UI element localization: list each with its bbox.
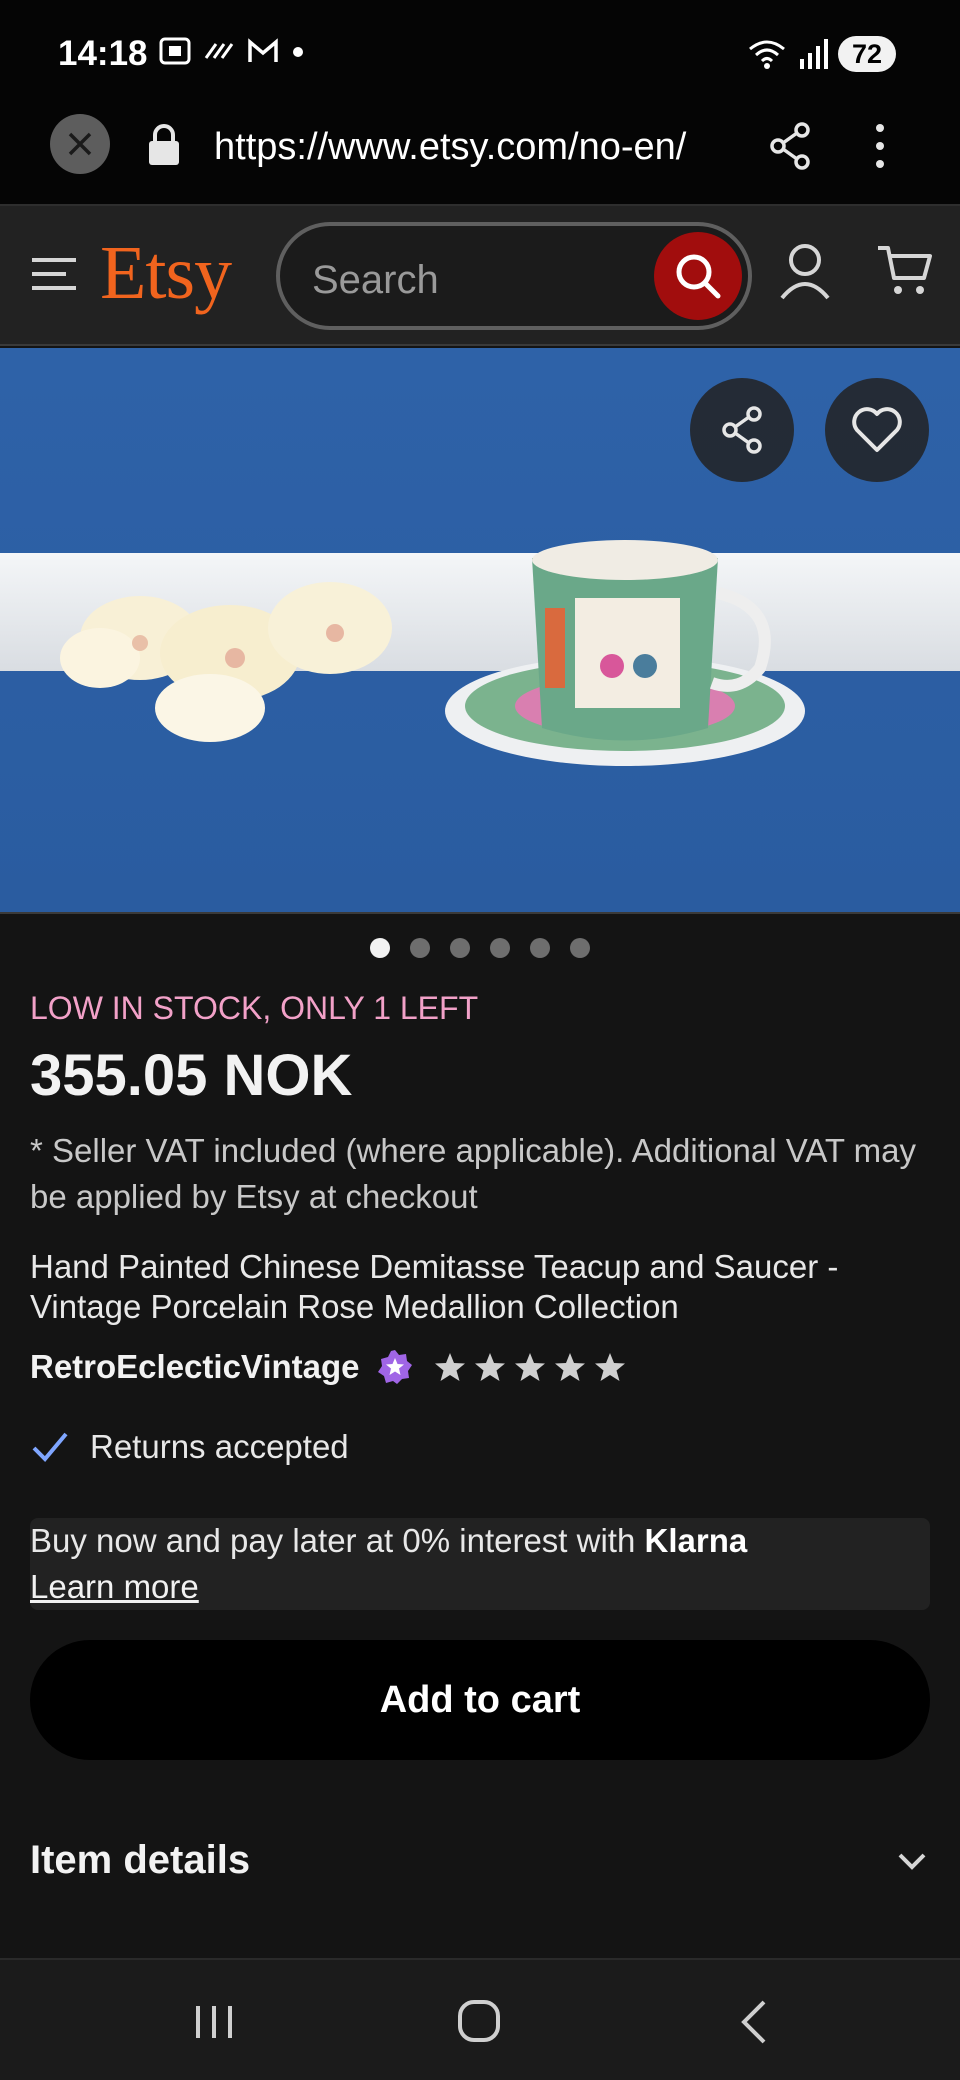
- status-notification-icons: [158, 36, 306, 66]
- cart-icon[interactable]: [876, 242, 932, 300]
- etsy-header: Etsy Search: [0, 206, 960, 346]
- add-to-cart-button[interactable]: Add to cart: [30, 1640, 930, 1760]
- browser-url-bar: https://www.etsy.com/no-en/: [0, 100, 960, 204]
- carousel-dot[interactable]: [370, 938, 390, 958]
- signal-icon: [800, 39, 828, 69]
- rating-stars: [434, 1351, 626, 1383]
- klarna-promo: Buy now and pay later at 0% interest wit…: [30, 1518, 930, 1610]
- back-icon[interactable]: [730, 2000, 778, 2044]
- etsy-logo[interactable]: Etsy: [100, 230, 232, 317]
- star-icon: [514, 1353, 545, 1381]
- vat-note: * Seller VAT included (where applicable)…: [30, 1132, 916, 1215]
- carousel-dots: [0, 938, 960, 958]
- status-bar: 14:18 72: [0, 0, 960, 100]
- heart-icon: [852, 407, 902, 452]
- recent-apps-icon[interactable]: [190, 2000, 238, 2044]
- item-details-label: Item details: [30, 1838, 251, 1882]
- klarna-brand: Klarna: [644, 1522, 748, 1559]
- share-icon[interactable]: [766, 120, 814, 172]
- search-icon: [676, 254, 721, 299]
- search-input[interactable]: Search: [276, 222, 752, 330]
- battery-indicator: 72: [838, 36, 896, 72]
- star-icon: [594, 1353, 625, 1381]
- notification-dot-icon: [293, 47, 303, 57]
- url-text[interactable]: https://www.etsy.com/no-en/: [214, 126, 734, 169]
- status-time: 14:18: [58, 34, 148, 73]
- star-icon: [474, 1353, 505, 1381]
- carousel-dot[interactable]: [410, 938, 430, 958]
- stock-notice: LOW IN STOCK, ONLY 1 LEFT: [30, 990, 479, 1026]
- close-icon: [68, 132, 92, 156]
- star-icon: [434, 1353, 465, 1381]
- item-details-toggle[interactable]: Item details: [30, 1838, 930, 1883]
- product-title: Hand Painted Chinese Demitasse Teacup an…: [30, 1248, 839, 1325]
- home-icon[interactable]: [456, 2000, 504, 2044]
- search-button[interactable]: [654, 232, 742, 320]
- chevron-down-icon: [898, 1853, 926, 1870]
- system-nav-bar: [0, 1958, 960, 2080]
- klarna-text: Buy now and pay later at 0% interest wit…: [30, 1522, 645, 1559]
- seller-name[interactable]: RetroEclecticVintage: [30, 1348, 360, 1386]
- learn-more-link[interactable]: Learn more: [30, 1568, 199, 1605]
- carousel-dot[interactable]: [570, 938, 590, 958]
- star-seller-icon: [377, 1350, 412, 1384]
- status-system-icons: 72: [746, 36, 896, 72]
- carousel-dot[interactable]: [530, 938, 550, 958]
- more-icon[interactable]: [860, 120, 900, 172]
- favorite-button[interactable]: [825, 378, 929, 482]
- wifi-calling-icon: [204, 43, 234, 59]
- menu-icon[interactable]: [30, 254, 80, 294]
- close-tab-button[interactable]: [50, 114, 110, 174]
- divider: [0, 912, 960, 914]
- share-icon: [722, 406, 762, 454]
- returns-row: Returns accepted: [30, 1428, 349, 1466]
- carousel-dot[interactable]: [490, 938, 510, 958]
- carousel-dot[interactable]: [450, 938, 470, 958]
- product-image[interactable]: [0, 348, 960, 912]
- account-icon[interactable]: [778, 240, 832, 302]
- gmail-icon: [248, 38, 278, 62]
- search-placeholder: Search: [312, 258, 439, 302]
- returns-label: Returns accepted: [90, 1428, 349, 1465]
- wifi-icon: [749, 40, 785, 69]
- star-icon: [554, 1353, 585, 1381]
- lock-icon[interactable]: [146, 122, 182, 168]
- check-icon: [32, 1432, 68, 1462]
- screenshot-icon: [159, 37, 191, 65]
- seller-row: RetroEclecticVintage: [30, 1348, 626, 1386]
- price: 355.05 NOK: [30, 1043, 353, 1108]
- product-photo: [0, 348, 960, 912]
- share-listing-button[interactable]: [690, 378, 794, 482]
